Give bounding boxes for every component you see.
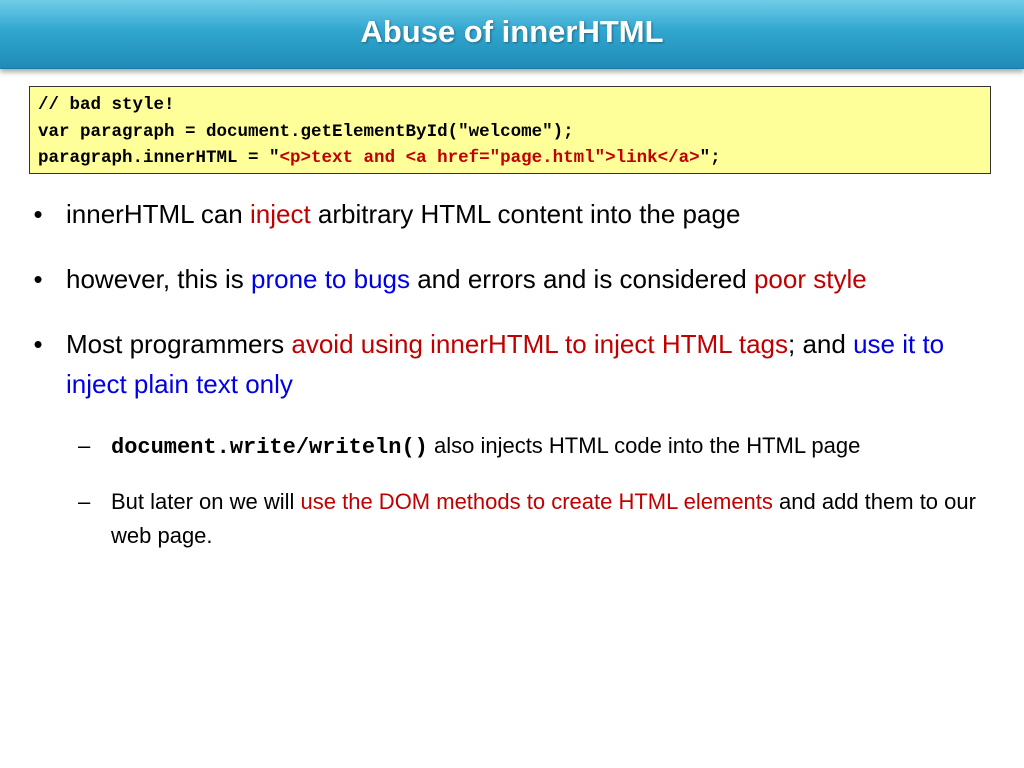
code-block: // bad style! var paragraph = document.g… — [29, 86, 991, 174]
bullet-item-inject: • innerHTML can inject arbitrary HTML co… — [28, 194, 978, 234]
bullet-text: arbitrary HTML content into the page — [310, 199, 741, 229]
highlight-text: poor style — [753, 264, 867, 294]
bullet-item-bugs: • however, this is prone to bugs and err… — [28, 259, 978, 299]
subbullet-marker: – — [78, 433, 91, 458]
inline-code: document.write/writeln() — [111, 435, 428, 460]
bullet-marker: • — [33, 329, 43, 359]
highlight-text: avoid using innerHTML to inject HTML tag… — [291, 329, 789, 359]
bullet-marker: • — [33, 264, 43, 294]
subbullet-marker: – — [78, 489, 91, 514]
bullet-marker: • — [33, 199, 43, 229]
bullet-text: Most programmers — [66, 329, 292, 359]
code-line-prefix: paragraph.innerHTML = " — [38, 148, 280, 168]
code-line-get-element: var paragraph = document.getElementById(… — [38, 121, 574, 142]
bullet-item-programmers: • Most programmers avoid using innerHTML… — [28, 324, 978, 404]
bullet-text: innerHTML can — [66, 199, 250, 229]
title-bar: Abuse of innerHTML — [0, 0, 1024, 69]
code-line-inner-html: paragraph.innerHTML = "<p>text and <a hr… — [38, 145, 982, 172]
highlight-text: use the DOM methods to create HTML eleme… — [300, 489, 773, 514]
bullet-list: • innerHTML can inject arbitrary HTML co… — [28, 194, 978, 573]
highlight-text: inject — [250, 199, 311, 229]
code-line-suffix: "; — [699, 148, 721, 168]
highlight-text: prone to bugs — [250, 264, 410, 294]
subbullet-item-dom-methods: – But later on we will use the DOM metho… — [28, 485, 978, 553]
subbullet-item-document-write: – document.write/writeln() also injects … — [28, 429, 978, 465]
bullet-text: and errors and is considered — [410, 264, 754, 294]
subbullet-text: also injects HTML code into the HTML pag… — [427, 433, 861, 458]
code-line-html-string: <p>text and <a href="page.html">link</a> — [279, 148, 700, 168]
bullet-text: ; and — [788, 329, 854, 359]
bullet-text: however, this is — [66, 264, 251, 294]
slide-title: Abuse of innerHTML — [360, 14, 664, 49]
code-line-comment: // bad style! — [38, 95, 175, 115]
subbullet-text: But later on we will — [111, 489, 301, 514]
